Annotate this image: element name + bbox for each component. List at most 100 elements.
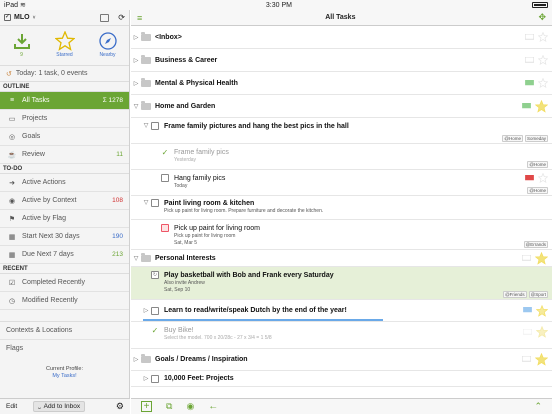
expand-arrow-icon[interactable]: ▷ (141, 375, 151, 382)
star-icon[interactable] (535, 353, 548, 366)
tag[interactable]: @Friends (503, 291, 527, 298)
star-icon[interactable] (538, 55, 548, 65)
expand-arrow-icon[interactable]: ▷ (141, 307, 151, 314)
tag[interactable]: @Home (527, 161, 548, 168)
expand-arrow-icon[interactable]: ▽ (141, 199, 151, 206)
back-arrow-icon[interactable]: ← (208, 401, 218, 412)
expand-arrow-icon[interactable]: ▷ (131, 34, 141, 41)
task-checkbox-checked[interactable]: ✓ (161, 148, 169, 157)
task-row-selected[interactable]: ↻ Play basketball with Bob and Frank eve… (131, 267, 552, 300)
expand-arrow-icon[interactable]: ▷ (131, 57, 141, 64)
task-checkbox[interactable] (161, 174, 169, 182)
calendar-icon: ▦ (8, 233, 16, 241)
sidebar-header: ✓ MLO ˅ ⟳ (0, 10, 129, 26)
sidebar-item-due-next-7[interactable]: ▦ Due Next 7 days 213 (0, 246, 129, 264)
task-row[interactable]: ✓ Frame family pics Yesterday @Home (131, 144, 552, 170)
task-checkbox[interactable] (151, 122, 159, 130)
task-row[interactable]: ✓ Buy Bike! Select the model. 700 x 20/2… (131, 322, 552, 349)
task-checkbox[interactable]: ↻ (151, 271, 159, 279)
task-row[interactable]: ▽ Paint living room & kitchen Pick up pa… (131, 196, 552, 220)
add-to-inbox-button[interactable]: ⎵ Add to Inbox (33, 401, 86, 412)
collapse-up-icon[interactable]: ⌃ (534, 401, 542, 412)
sidebar-item-active-by-context[interactable]: ◉ Active by Context 108 (0, 192, 129, 210)
quick-inbox[interactable]: 9 (2, 30, 42, 58)
sidebar-item-all-tasks[interactable]: ≡ All Tasks Σ 1278 (0, 92, 129, 110)
sidebar-item-start-next-30[interactable]: ▦ Start Next 30 days 190 (0, 228, 129, 246)
flag-icon[interactable] (522, 356, 531, 363)
quick-starred[interactable]: Starred (45, 30, 85, 58)
task-checkbox[interactable] (151, 306, 159, 315)
sidebar-item-goals[interactable]: ◎ Goals (0, 128, 129, 146)
today-summary[interactable]: ↺ Today: 1 task, 0 events (0, 66, 129, 82)
star-icon[interactable] (536, 326, 548, 338)
profile-link[interactable]: My Tasks! (0, 373, 129, 380)
tag[interactable]: @Errands (523, 241, 548, 248)
add-subtask-icon[interactable]: ⧉ (166, 401, 172, 412)
eye-icon[interactable]: ◉ (186, 401, 194, 412)
sync-icon[interactable]: ⟳ (118, 13, 125, 22)
flag-icon[interactable] (525, 174, 534, 182)
move-arrows-icon[interactable]: ✥ (538, 12, 546, 23)
star-icon (54, 31, 75, 51)
chevron-down-icon[interactable]: ˅ (33, 15, 36, 21)
sidebar-item-projects[interactable]: ▭ Projects (0, 110, 129, 128)
expand-arrow-icon[interactable]: ▷ (131, 356, 141, 363)
recent-header: RECENT (0, 264, 129, 274)
task-checkbox[interactable] (151, 199, 159, 207)
task-checkbox[interactable] (151, 374, 159, 383)
task-checkbox-checked[interactable]: ✓ (151, 326, 159, 335)
copy-icon[interactable] (100, 13, 110, 22)
sidebar-item-completed-recently[interactable]: ☑ Completed Recently (0, 274, 129, 292)
history-icon: ↺ (6, 70, 12, 78)
task-checkbox[interactable] (161, 224, 169, 232)
flag-icon[interactable] (523, 328, 532, 336)
tag[interactable]: @Sport (528, 291, 548, 298)
task-row[interactable]: ▷ Goals / Dreams / Inspiration (131, 349, 552, 371)
sidebar-item-active-by-flag[interactable]: ⚑ Active by Flag (0, 210, 129, 228)
expand-arrow-icon[interactable]: ▽ (131, 255, 141, 262)
flag-icon[interactable] (522, 254, 531, 262)
flags[interactable]: Flags (0, 340, 129, 358)
task-row[interactable]: Pick up paint for living room Pick up pa… (131, 220, 552, 250)
star-icon[interactable] (538, 78, 548, 88)
flag-icon[interactable] (525, 79, 534, 87)
task-row[interactable]: ▷ Business & Career (131, 49, 552, 72)
expand-arrow-icon[interactable]: ▽ (131, 103, 141, 110)
star-icon[interactable] (535, 99, 548, 113)
contexts-locations[interactable]: Contexts & Locations (0, 322, 129, 340)
menu-icon[interactable]: ≡ (137, 13, 142, 23)
star-icon[interactable] (538, 173, 548, 183)
flag-icon[interactable] (522, 102, 531, 110)
quick-filters: 9 Starred Nearby (0, 26, 129, 66)
flag-icon[interactable] (525, 56, 534, 64)
task-row[interactable]: ▷ <Inbox> (131, 26, 552, 49)
tag[interactable]: @Home (502, 135, 523, 142)
task-row[interactable]: ▷ Mental & Physical Health (131, 72, 552, 95)
calendar-due-icon: ▦ (8, 251, 16, 259)
task-row[interactable]: ▽ Home and Garden (131, 95, 552, 118)
task-row[interactable]: ▷ 10,000 Feet: Projects (131, 371, 552, 387)
star-icon[interactable] (538, 32, 548, 42)
folder-icon (141, 100, 151, 110)
sidebar-item-modified-recently[interactable]: ◷ Modified Recently (0, 292, 129, 310)
task-row[interactable]: ▽ Personal Interests (131, 250, 552, 267)
folder-icon (141, 354, 151, 363)
expand-arrow-icon[interactable]: ▷ (131, 80, 141, 87)
expand-arrow-icon[interactable]: ▽ (141, 122, 151, 129)
sidebar-item-review[interactable]: ☕ Review 11 (0, 146, 129, 164)
quick-nearby[interactable]: Nearby (88, 30, 128, 58)
edit-button[interactable]: Edit (6, 403, 17, 410)
tag[interactable]: Someday (524, 135, 548, 142)
task-row[interactable]: ▷ Learn to read/write/speak Dutch by the… (131, 300, 552, 322)
add-task-icon[interactable]: + (141, 401, 152, 412)
flag-icon[interactable] (523, 307, 532, 314)
tag[interactable]: @Home (527, 187, 548, 194)
star-icon[interactable] (535, 251, 548, 265)
task-row[interactable]: Hang family pics Today @Home (131, 170, 552, 196)
clock: 3:30 PM (265, 1, 292, 9)
settings-gear-icon[interactable]: ⚙ (116, 401, 124, 412)
sidebar-item-active-actions[interactable]: ➜ Active Actions (0, 174, 129, 192)
task-row[interactable]: ▽ Frame family pictures and hang the bes… (131, 118, 552, 144)
star-icon[interactable] (536, 304, 548, 317)
flag-icon[interactable] (525, 33, 534, 41)
